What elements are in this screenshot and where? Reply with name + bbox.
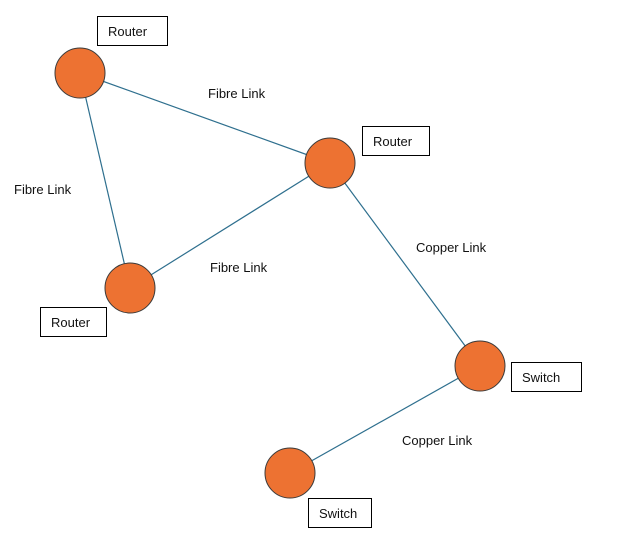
node-n5 xyxy=(264,447,316,499)
link-n1-n3 xyxy=(79,72,131,289)
link-label-n4-n5: Copper Link xyxy=(402,433,473,448)
node-label-n3: Router xyxy=(40,307,107,337)
nodes-layer xyxy=(54,47,506,499)
node-label-n2: Router xyxy=(362,126,430,156)
link-label-n1-n2: Fibre Link xyxy=(208,86,266,101)
node-n4 xyxy=(454,340,506,392)
node-label-n5: Switch xyxy=(308,498,372,528)
network-diagram xyxy=(54,47,506,499)
node-n1 xyxy=(54,47,106,99)
node-n3 xyxy=(104,262,156,314)
link-label-n1-n3: Fibre Link xyxy=(14,182,72,197)
link-n2-n4 xyxy=(329,162,481,367)
node-label-n1: Router xyxy=(97,16,168,46)
node-n2 xyxy=(304,137,356,189)
link-label-n2-n4: Copper Link xyxy=(416,240,487,255)
link-n1-n2 xyxy=(79,72,331,164)
link-label-n3-n2: Fibre Link xyxy=(210,260,268,275)
link-n4-n5 xyxy=(289,365,481,474)
node-label-n4: Switch xyxy=(511,362,582,392)
